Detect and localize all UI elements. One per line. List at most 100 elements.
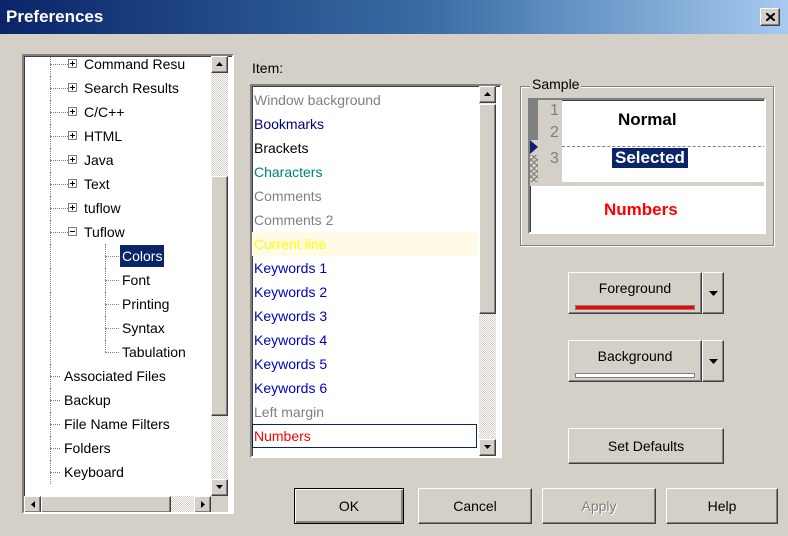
tree-item[interactable]: Colors [24, 244, 211, 268]
background-button-label: Background [597, 348, 673, 364]
tree-item[interactable]: Search Results [24, 76, 211, 100]
apply-button[interactable]: Apply [542, 488, 656, 524]
foreground-color-swatch [575, 305, 695, 310]
tree-scroll-up-button[interactable] [211, 56, 228, 73]
expand-plus-icon[interactable] [68, 131, 77, 140]
expand-plus-icon[interactable] [68, 107, 77, 116]
expand-plus-icon[interactable] [68, 155, 77, 164]
tree-item[interactable]: HTML [24, 124, 211, 148]
list-item[interactable]: Numbers [252, 424, 477, 448]
tree-item[interactable]: Syntax [24, 316, 211, 340]
close-button[interactable] [760, 8, 780, 26]
sample-preview: 1 2 3 Normal Selected Numbers [528, 98, 766, 234]
tree-horizontal-scrollbar[interactable] [24, 496, 211, 512]
tree-item[interactable]: Font [24, 268, 211, 292]
expand-plus-icon[interactable] [68, 203, 77, 212]
tree-line [105, 256, 119, 257]
line-number-2: 2 [550, 124, 559, 141]
tree-item[interactable]: Associated Files [24, 364, 211, 388]
tree-line [50, 268, 51, 292]
list-item[interactable]: Keywords 1 [252, 256, 477, 280]
background-button[interactable]: Background [568, 340, 702, 382]
current-line-dashes [562, 146, 764, 147]
tree-line [50, 424, 60, 425]
tree-line [50, 376, 60, 377]
list-item[interactable]: Keywords 5 [252, 352, 477, 376]
foreground-dropdown-button[interactable] [702, 272, 724, 314]
tree-item-label: Folders [64, 440, 111, 456]
tree-item[interactable]: tuflow [24, 196, 211, 220]
tree-line [50, 56, 51, 76]
item-vertical-scrollbar[interactable] [479, 86, 496, 456]
list-item[interactable]: Keywords 6 [252, 376, 477, 400]
cancel-button[interactable]: Cancel [418, 488, 532, 524]
tree-vertical-scrollbar[interactable] [211, 56, 228, 496]
tree-item[interactable]: Folders [24, 436, 211, 460]
arrow-up-icon [216, 62, 223, 66]
list-item[interactable]: Comments 2 [252, 208, 477, 232]
tree-item-label: File Name Filters [64, 416, 170, 432]
background-dropdown-button[interactable] [702, 340, 724, 382]
list-item[interactable]: Keywords 3 [252, 304, 477, 328]
expand-plus-icon[interactable] [68, 83, 77, 92]
tree-line [50, 316, 51, 340]
set-defaults-button[interactable]: Set Defaults [568, 428, 724, 464]
tree-scroll-left-button[interactable] [24, 496, 41, 512]
tree-item[interactable]: Tuflow [24, 220, 211, 244]
tree-item[interactable]: Backup [24, 388, 211, 412]
tree-item[interactable]: Keyboard [24, 460, 211, 484]
tree-item-label: Keyboard [64, 464, 124, 480]
foreground-button-label: Foreground [598, 280, 672, 296]
tree-line [105, 280, 119, 281]
ok-button[interactable]: OK [294, 488, 404, 524]
close-icon [766, 13, 775, 21]
list-item[interactable]: Bookmarks [252, 112, 477, 136]
current-line-marker-icon [530, 140, 538, 154]
list-item[interactable]: Current line [252, 232, 477, 256]
tree-item[interactable]: Command Resu [24, 56, 211, 76]
tree-scroll-thumb[interactable] [211, 176, 228, 416]
tree-item-label: Search Results [84, 80, 179, 96]
item-scroll-thumb[interactable] [479, 104, 496, 314]
expand-plus-icon[interactable] [68, 59, 77, 68]
expand-plus-icon[interactable] [68, 179, 77, 188]
item-list[interactable]: Window background Bookmarks Brackets Charac… [250, 84, 502, 458]
tree-item[interactable]: C/C++ [24, 100, 211, 124]
title-bar: Preferences [0, 0, 788, 34]
tree-item-label: Syntax [122, 320, 165, 336]
list-item[interactable]: Keywords 2 [252, 280, 477, 304]
category-tree[interactable]: Command Resu Search Results C/C++ HTML Java T… [22, 54, 234, 514]
line-number-3: 3 [550, 150, 559, 167]
help-button[interactable]: Help [666, 488, 778, 524]
list-item[interactable]: Comments [252, 184, 477, 208]
tree-item[interactable]: Printing [24, 292, 211, 316]
list-item[interactable]: Left margin [252, 400, 477, 424]
tree-item[interactable]: Text [24, 172, 211, 196]
window-title: Preferences [6, 7, 104, 26]
collapse-minus-icon[interactable] [68, 227, 77, 236]
tree-item[interactable]: Java [24, 148, 211, 172]
arrow-down-icon [484, 445, 491, 449]
bookmark-pattern [530, 155, 538, 182]
tree-hscroll-thumb[interactable] [41, 496, 171, 512]
arrow-down-icon [216, 485, 223, 489]
tree-scroll-right-button[interactable] [194, 496, 211, 512]
tree-line [105, 340, 106, 352]
item-scroll-up-button[interactable] [479, 86, 496, 103]
tree-scroll-down-button[interactable] [211, 479, 228, 496]
tree-line [50, 472, 60, 473]
scroll-corner [211, 496, 228, 512]
tree-line [105, 304, 119, 305]
list-item[interactable]: Brackets [252, 136, 477, 160]
list-item[interactable]: Window background [252, 88, 477, 112]
chevron-down-icon [709, 291, 718, 296]
foreground-button[interactable]: Foreground [568, 272, 702, 314]
sample-divider [530, 182, 764, 186]
tree-item[interactable]: File Name Filters [24, 412, 211, 436]
tree-item[interactable]: Tabulation [24, 340, 211, 364]
list-item[interactable]: Keywords 4 [252, 328, 477, 352]
list-item[interactable]: Characters [252, 160, 477, 184]
sample-numbers-text: Numbers [604, 200, 678, 219]
sample-margin-bar [530, 100, 538, 140]
item-scroll-down-button[interactable] [479, 439, 496, 456]
